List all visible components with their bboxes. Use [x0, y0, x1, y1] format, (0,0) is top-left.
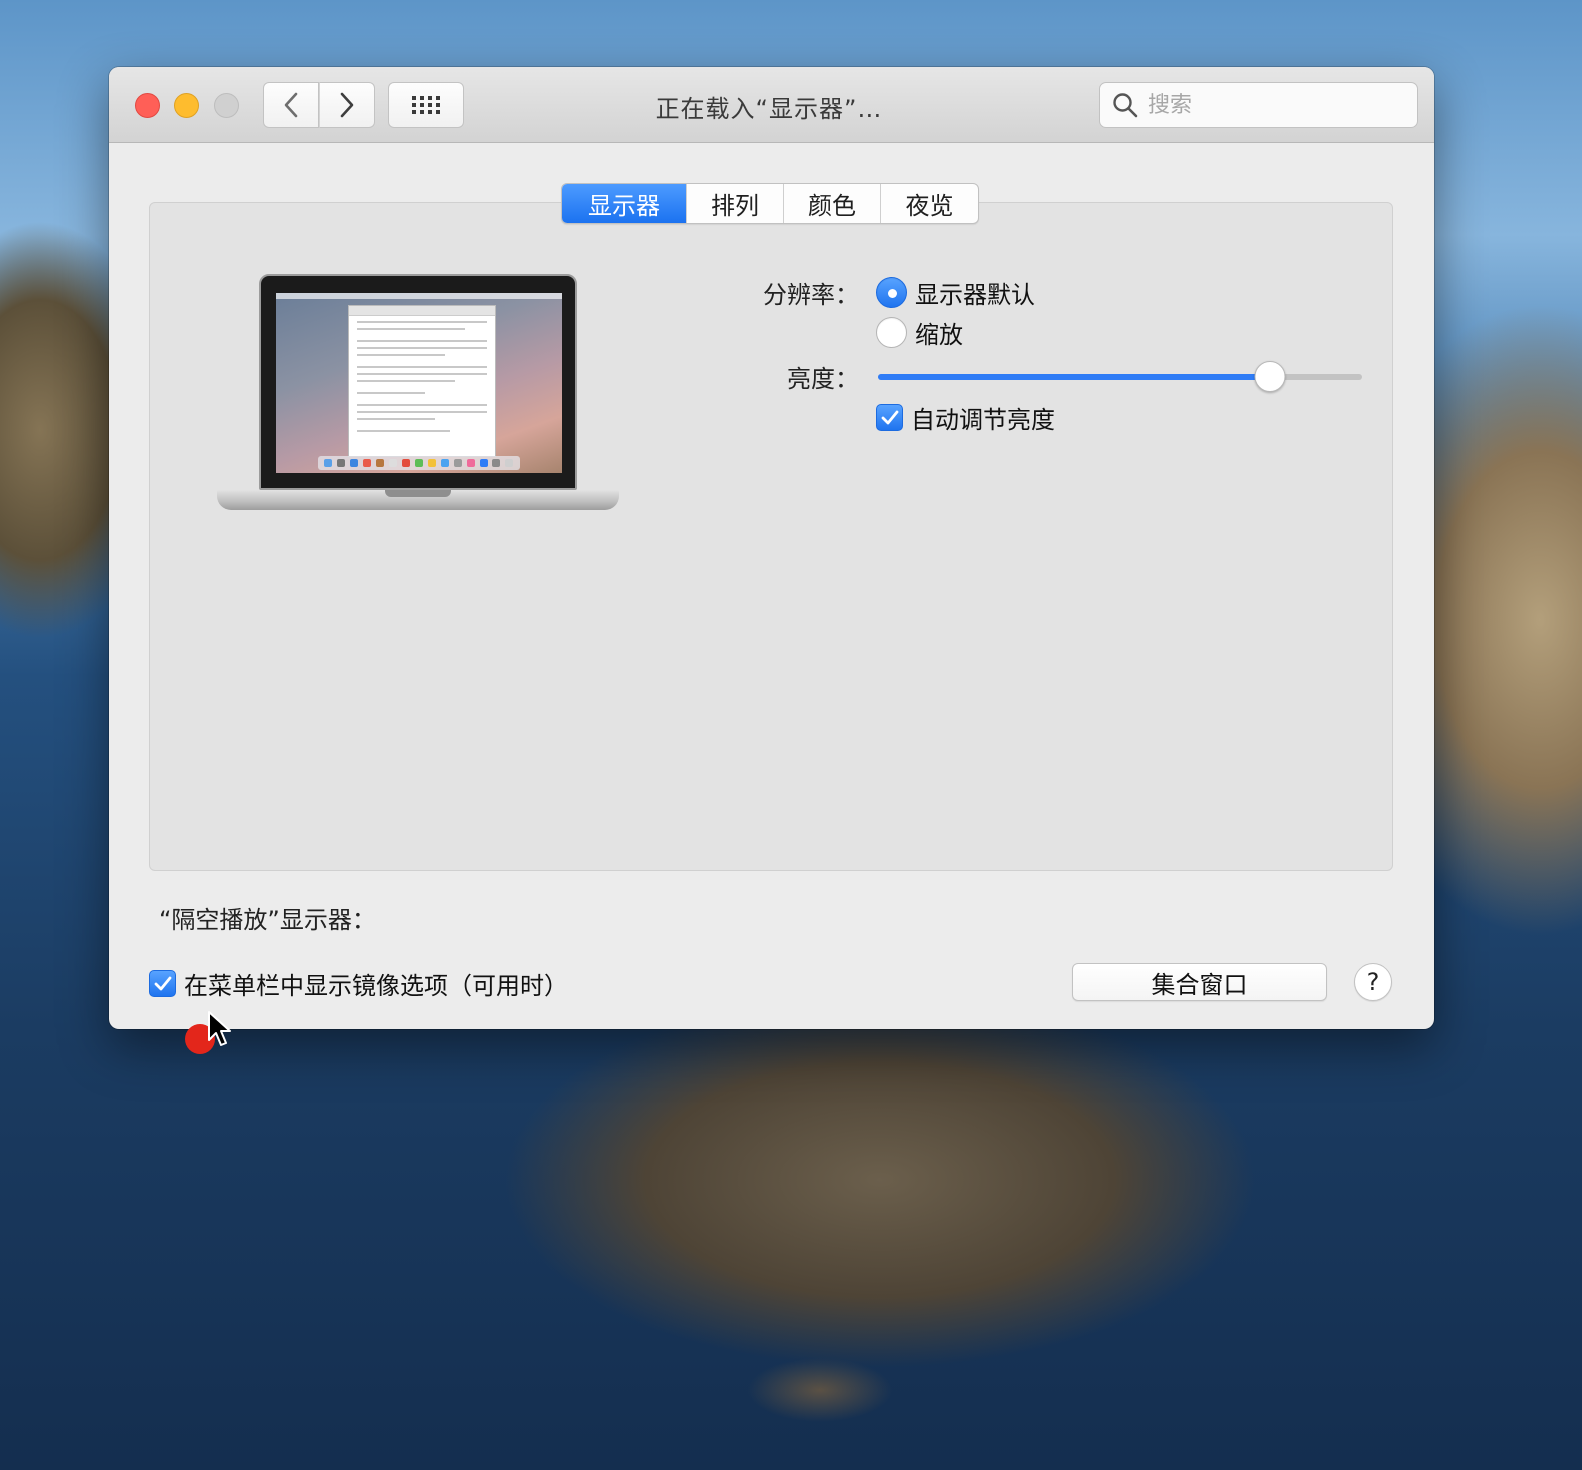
tab-arrangement[interactable]: 排列: [687, 184, 784, 223]
resolution-default-label: 显示器默认: [915, 281, 1035, 309]
brightness-label: 亮度：: [787, 365, 859, 393]
document-line: [357, 328, 465, 330]
auto-brightness-checkbox[interactable]: [876, 404, 903, 431]
zoom-button[interactable]: [214, 93, 239, 118]
search-input[interactable]: [1148, 92, 1398, 118]
tab-night-shift[interactable]: 夜览: [881, 184, 978, 223]
auto-brightness-label: 自动调节亮度: [911, 406, 1055, 434]
dock-app-icon: [389, 459, 398, 467]
resolution-option-scaled[interactable]: 缩放: [876, 315, 963, 350]
mirroring-option[interactable]: 在菜单栏中显示镜像选项（可用时）: [149, 966, 568, 1001]
system-preferences-window: 正在载入“显示器”… 显示器 排列 颜色 夜览: [109, 67, 1434, 1029]
laptop-lid: [259, 274, 577, 490]
laptop-screen: [276, 293, 562, 473]
document-line: [357, 430, 450, 432]
minimize-button[interactable]: [174, 93, 199, 118]
dock-app-icon: [324, 459, 333, 467]
title-bar: 正在载入“显示器”…: [109, 67, 1434, 143]
dock-app-icon: [453, 459, 462, 467]
dock-app-icon: [427, 459, 436, 467]
checkmark-icon: [881, 410, 898, 424]
document-line: [357, 347, 487, 349]
checkmark-icon: [154, 976, 171, 990]
tab-bar: 显示器 排列 颜色 夜览: [561, 183, 979, 224]
document-line: [357, 321, 487, 323]
gather-windows-button[interactable]: 集合窗口: [1072, 963, 1327, 1001]
macbook-illustration: [217, 274, 619, 519]
dock-app-icon: [479, 459, 488, 467]
document-line: [357, 340, 487, 342]
document-line: [357, 354, 445, 356]
dock-app-icon: [440, 459, 449, 467]
document-line: [357, 418, 435, 420]
close-button[interactable]: [135, 93, 160, 118]
slider-thumb[interactable]: [1254, 361, 1286, 392]
auto-brightness-option[interactable]: 自动调节亮度: [876, 400, 1055, 435]
resolution-label: 分辨率：: [763, 281, 859, 309]
search-icon: [1113, 93, 1138, 118]
chevron-right-icon: [340, 92, 354, 118]
tab-display[interactable]: 显示器: [562, 184, 687, 223]
laptop-dock: [318, 456, 520, 470]
laptop-opening-notch: [385, 490, 451, 497]
mirroring-option-label: 在菜单栏中显示镜像选项（可用时）: [184, 972, 568, 1000]
show-all-button[interactable]: [388, 82, 464, 128]
laptop-document-window: [348, 305, 496, 457]
dock-app-icon: [492, 459, 501, 467]
mirroring-checkbox[interactable]: [149, 970, 176, 997]
mouse-pointer-icon: [208, 1011, 231, 1046]
back-button[interactable]: [263, 82, 319, 128]
forward-button[interactable]: [319, 82, 375, 128]
document-line: [357, 404, 487, 406]
dock-app-icon: [505, 459, 514, 467]
dock-app-icon: [337, 459, 346, 467]
laptop-menubar: [276, 293, 562, 299]
document-line: [357, 380, 455, 382]
chevron-left-icon: [284, 92, 298, 118]
dock-app-icon: [414, 459, 423, 467]
document-toolbar: [349, 306, 495, 316]
document-line: [357, 411, 487, 413]
search-field[interactable]: [1099, 82, 1418, 128]
dock-app-icon: [363, 459, 372, 467]
dock-app-icon: [350, 459, 359, 467]
tab-color[interactable]: 颜色: [784, 184, 881, 223]
dock-app-icon: [376, 459, 385, 467]
resolution-scaled-label: 缩放: [915, 321, 963, 349]
window-title: 正在载入“显示器”…: [655, 95, 883, 123]
document-line: [357, 392, 425, 394]
dock-app-icon: [466, 459, 475, 467]
brightness-slider[interactable]: [878, 361, 1362, 392]
radio-scaled[interactable]: [876, 317, 907, 348]
resolution-option-default[interactable]: 显示器默认: [876, 275, 1035, 310]
radio-default-checked[interactable]: [876, 277, 907, 308]
grid-icon: [412, 96, 440, 114]
dock-app-icon: [401, 459, 410, 467]
slider-fill: [878, 374, 1271, 380]
help-button[interactable]: ?: [1354, 963, 1392, 1001]
airplay-display-label: “隔空播放”显示器：: [159, 906, 376, 934]
document-line: [357, 366, 487, 368]
document-line: [357, 373, 487, 375]
